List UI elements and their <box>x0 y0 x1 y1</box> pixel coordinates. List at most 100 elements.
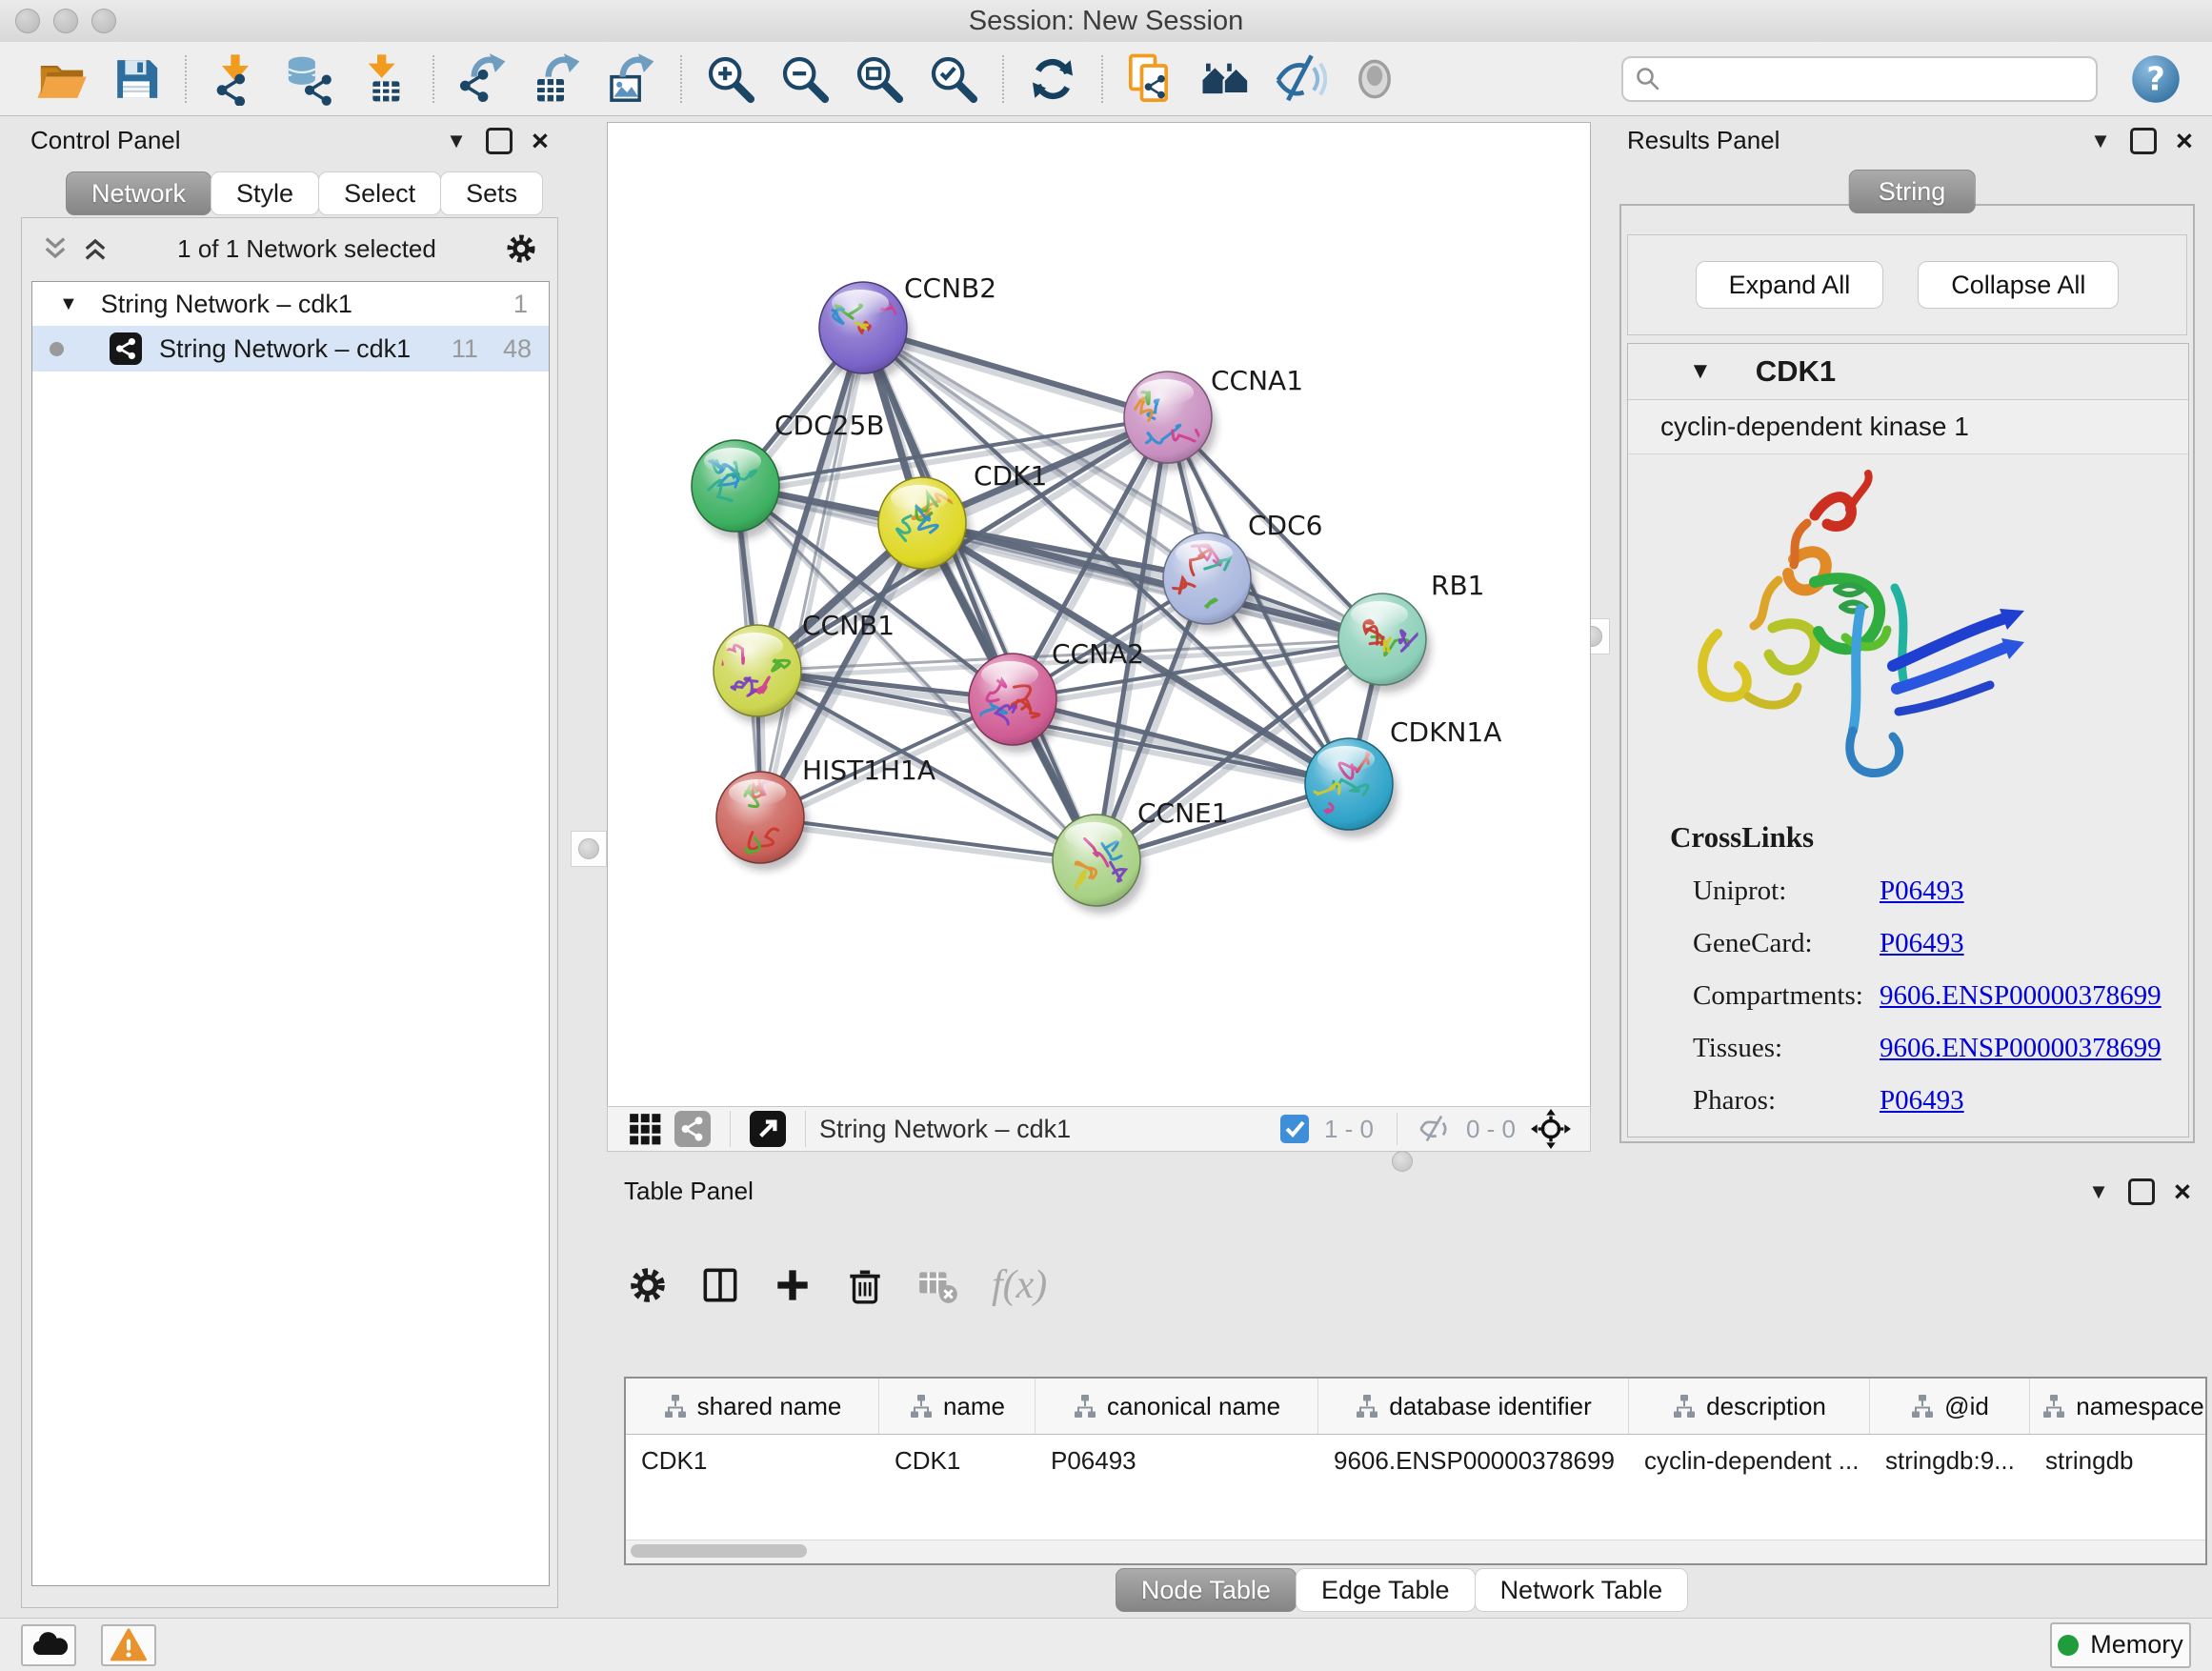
export-image-button[interactable] <box>594 48 669 111</box>
collection-count: 1 <box>513 290 528 319</box>
expand-all-networks-icon[interactable] <box>81 234 110 263</box>
open-session-button[interactable] <box>25 48 99 111</box>
left-splitter-handle[interactable] <box>571 831 607 867</box>
protein-structure-image <box>1655 466 2055 799</box>
grid-view-button[interactable] <box>627 1111 663 1147</box>
import-network-from-file-button[interactable] <box>198 48 272 111</box>
tab-string[interactable]: String <box>1849 170 1976 213</box>
tab-node-table[interactable]: Node Table <box>1116 1568 1297 1612</box>
network-canvas[interactable]: CCNB2 CCNA1 CDC25B CDK1 CDC6 RB1 CCNB1 C… <box>607 122 1591 1107</box>
cloud-button[interactable] <box>21 1624 76 1666</box>
crosslink-label: Pharos: <box>1693 1085 1880 1117</box>
zoom-out-icon <box>778 52 832 106</box>
network-node-count: 11 <box>452 334 478 364</box>
column-header-description[interactable]: description <box>1629 1379 1870 1434</box>
network-graph[interactable]: CCNB2 CCNA1 CDC25B CDK1 CDC6 RB1 CCNB1 C… <box>608 123 1590 1106</box>
network-node-CCNB1[interactable]: CCNB1 <box>714 610 895 724</box>
zoom-sel-icon <box>927 52 980 106</box>
column-header-id[interactable]: @id <box>1870 1379 2030 1434</box>
tab-sets[interactable]: Sets <box>440 171 543 215</box>
show-all-button[interactable] <box>1337 48 1412 111</box>
float-panel-icon[interactable] <box>2128 1178 2155 1205</box>
new-network-from-selection-button[interactable] <box>1115 48 1189 111</box>
tab-edge-table[interactable]: Edge Table <box>1296 1568 1476 1612</box>
search-input[interactable] <box>1661 59 2084 99</box>
help-button[interactable]: ? <box>2130 53 2182 105</box>
column-header-name[interactable]: name <box>879 1379 1036 1434</box>
export-table-button[interactable] <box>520 48 594 111</box>
collection-expand-icon[interactable]: ▼ <box>59 293 78 315</box>
crosslink-link[interactable]: 9606.ENSP00000378699 <box>1880 980 2162 1012</box>
zoom-out-button[interactable] <box>768 48 842 111</box>
memory-button[interactable]: Memory <box>2050 1622 2191 1668</box>
column-header-databaseidentifier[interactable]: database identifier <box>1318 1379 1629 1434</box>
zoom-selected-button[interactable] <box>916 48 991 111</box>
network-row-selected[interactable]: String Network – cdk1 11 48 <box>32 326 549 372</box>
table-cell: cyclin-dependent ... <box>1629 1446 1870 1476</box>
delete-columns-button[interactable] <box>841 1254 889 1317</box>
open-in-new-window-button[interactable] <box>750 1111 786 1147</box>
network-options-gear-icon[interactable] <box>504 232 538 266</box>
hide-selected-button[interactable] <box>1263 48 1337 111</box>
search-box[interactable] <box>1621 56 2098 102</box>
panel-menu-icon[interactable]: ▼ <box>446 131 467 151</box>
panel-menu-icon[interactable]: ▼ <box>2090 131 2111 151</box>
apply-preferred-layout-button[interactable] <box>1016 48 1090 111</box>
share-view-button[interactable] <box>674 1111 711 1147</box>
tab-network-table[interactable]: Network Table <box>1475 1568 1689 1612</box>
tab-network[interactable]: Network <box>66 171 211 215</box>
close-panel-icon[interactable]: × <box>2174 1177 2191 1206</box>
network-node-RB1[interactable]: RB1 <box>1338 570 1484 693</box>
node-table[interactable]: shared namenamecanonical namedatabase id… <box>624 1377 2207 1565</box>
collapse-all-button[interactable]: Collapse All <box>1918 261 2119 309</box>
create-column-button[interactable] <box>769 1254 816 1317</box>
string-results-box: Expand All Collapse All ▼ CDK1 cyclin-de… <box>1619 204 2195 1143</box>
float-panel-icon[interactable] <box>2130 128 2157 154</box>
node-label: HIST1H1A <box>802 755 935 786</box>
panel-menu-icon[interactable]: ▼ <box>2088 1181 2109 1202</box>
horizontal-splitter[interactable] <box>598 1152 2206 1170</box>
export-network-button[interactable] <box>446 48 520 111</box>
tab-style[interactable]: Style <box>211 171 319 215</box>
float-panel-icon[interactable] <box>486 128 513 154</box>
scrollbar-thumb[interactable] <box>631 1544 807 1558</box>
node-label: CCNB1 <box>802 610 895 641</box>
import-network-from-database-button[interactable] <box>272 48 347 111</box>
close-panel-icon[interactable]: × <box>2176 126 2193 155</box>
import-table-from-file-button[interactable] <box>347 48 421 111</box>
table-horizontal-scrollbar[interactable] <box>626 1540 2205 1563</box>
export-img-icon <box>605 52 658 106</box>
table-row[interactable]: CDK1CDK1P064939606.ENSP00000378699cyclin… <box>626 1435 2205 1486</box>
table-cell: stringdb:9... <box>1870 1446 2030 1476</box>
network-share-icon <box>110 332 142 365</box>
save-session-button[interactable] <box>99 48 173 111</box>
network-node-CDKN1A[interactable]: CDKN1A <box>1302 716 1502 837</box>
navigate-crosshair-icon[interactable] <box>1531 1109 1571 1149</box>
table-toolbar: f(x) <box>624 1254 1047 1317</box>
table-body: CDK1CDK1P064939606.ENSP00000378699cyclin… <box>626 1435 2205 1540</box>
crosslink-link[interactable]: 9606.ENSP00000378699 <box>1880 1033 2162 1064</box>
table-options-button[interactable] <box>624 1254 672 1317</box>
expand-all-button[interactable]: Expand All <box>1696 261 1884 309</box>
toolbar-separator <box>1002 55 1004 103</box>
zoom-in-button[interactable] <box>694 48 768 111</box>
node-label: CDK1 <box>974 460 1047 492</box>
crosslink-link[interactable]: P06493 <box>1880 876 1964 907</box>
close-panel-icon[interactable]: × <box>532 126 549 155</box>
collapse-all-networks-icon[interactable] <box>41 234 70 263</box>
warnings-button[interactable] <box>101 1624 156 1666</box>
network-collection-row[interactable]: ▼ String Network – cdk1 1 <box>32 282 549 326</box>
crosslink-link[interactable]: P06493 <box>1880 928 1964 959</box>
column-header-namespace[interactable]: namespace <box>2030 1379 2207 1434</box>
network-node-HIST1H1A[interactable]: HIST1H1A <box>716 755 935 871</box>
home-button[interactable] <box>1189 48 1263 111</box>
column-header-canonicalname[interactable]: canonical name <box>1036 1379 1318 1434</box>
collapse-card-icon[interactable]: ▼ <box>1689 358 1712 385</box>
tab-select[interactable]: Select <box>318 171 441 215</box>
crosslink-link[interactable]: P06493 <box>1880 1085 1964 1117</box>
selected-checkbox-icon[interactable] <box>1280 1115 1309 1143</box>
show-columns-button[interactable] <box>696 1254 744 1317</box>
zoom-fit-button[interactable] <box>842 48 916 111</box>
column-header-sharedname[interactable]: shared name <box>626 1379 879 1434</box>
network-node-CCNA1[interactable]: CCNA1 <box>1124 365 1303 471</box>
